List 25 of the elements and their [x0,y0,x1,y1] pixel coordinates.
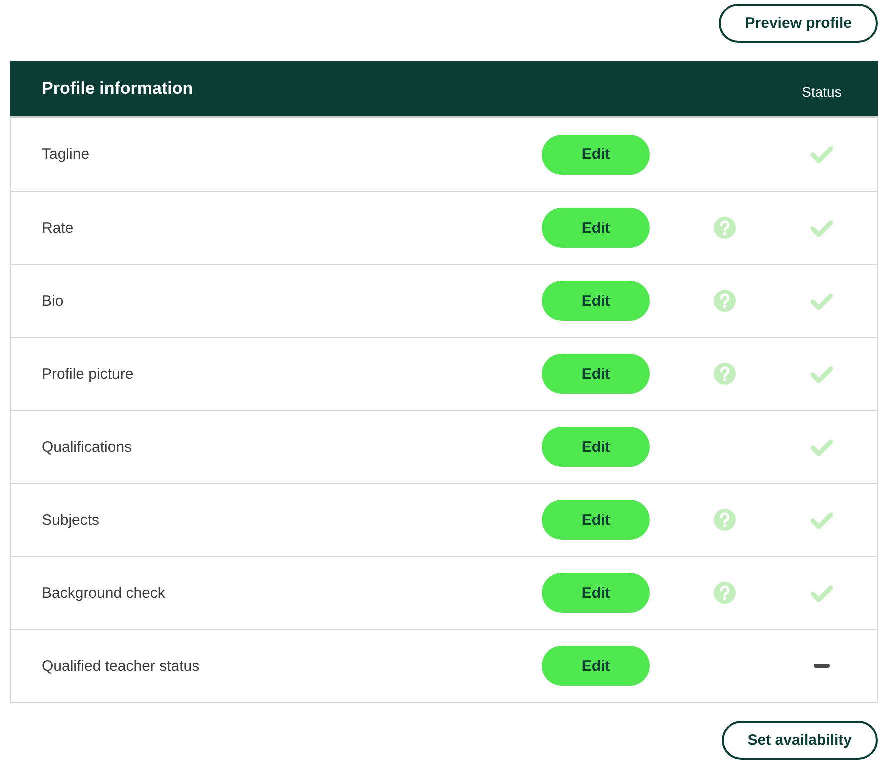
row-label: Qualified teacher status [41,658,200,674]
row-label: Background check [41,584,166,602]
edit-button[interactable]: Edit [542,281,650,321]
edit-button[interactable]: Edit [542,646,650,686]
help-icon[interactable] [714,509,736,531]
edit-button[interactable]: Edit [542,134,650,174]
row-label: Rate [41,220,74,236]
table-title: Profile information [41,78,194,98]
row-label: Qualifications [41,438,132,456]
help-icon[interactable] [714,290,736,312]
edit-button[interactable]: Edit [542,354,650,394]
help-icon[interactable] [714,217,736,239]
row-label: Bio [41,292,64,310]
row-label: Tagline [41,146,90,163]
edit-button[interactable]: Edit [542,427,650,467]
set-availability-button[interactable]: Set availability [722,721,878,760]
row-label: Profile picture [41,366,134,382]
edit-button[interactable]: Edit [542,573,650,613]
preview-profile-button[interactable]: Preview profile [719,4,878,43]
edit-button[interactable]: Edit [542,500,650,540]
help-icon[interactable] [714,582,736,604]
help-icon[interactable] [714,363,736,385]
row-label: Subjects [41,512,100,528]
edit-button[interactable]: Edit [542,208,650,248]
column-heading: Status [802,84,842,100]
